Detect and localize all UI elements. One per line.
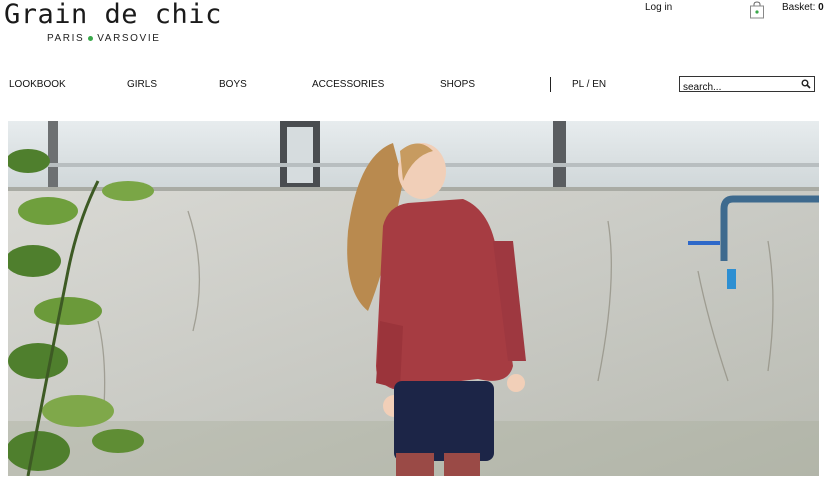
brand-logo[interactable]: Grain de chic PARIS VARSOVIE [4,0,222,44]
search-box [679,76,815,95]
hero-photo [8,121,819,476]
language-switcher[interactable]: PL / EN [572,79,606,90]
nav-item-lookbook[interactable]: LOOKBOOK [9,79,66,90]
subtitle-dot [88,36,94,41]
nav-item-accessories[interactable]: ACCESSORIES [312,79,384,90]
subtitle-city-paris: PARIS [47,33,85,44]
nav-divider [550,77,551,92]
shopping-bag-icon[interactable] [749,1,765,19]
login-link[interactable]: Log in [645,2,672,13]
basket-link[interactable]: Basket: 0 [782,2,824,13]
basket-label: Basket: [782,2,816,13]
brand-subtitle: PARIS VARSOVIE [47,33,160,44]
hero-image[interactable] [8,121,819,476]
search-icon[interactable] [801,79,811,89]
nav-item-girls[interactable]: GIRLS [127,79,157,90]
nav-item-boys[interactable]: BOYS [219,79,247,90]
nav-item-shops[interactable]: SHOPS [440,79,475,90]
search-input[interactable] [680,80,795,95]
brand-title[interactable]: Grain de chic [4,0,222,30]
subtitle-city-varsovie: VARSOVIE [97,33,161,44]
basket-count: 0 [818,2,824,13]
